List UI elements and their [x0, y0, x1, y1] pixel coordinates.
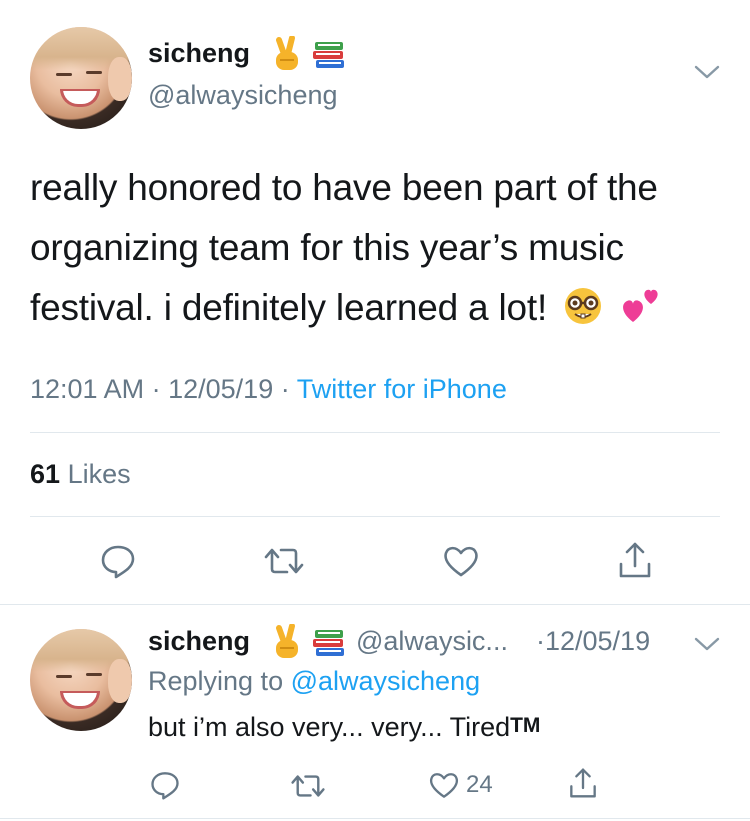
like-button[interactable] [442, 543, 480, 579]
reply-text: but i’m also very... very... TiredTM [148, 712, 541, 742]
tweet-text-line: really honored to have been part of the [30, 167, 658, 208]
reply-header: sicheng [148, 626, 250, 657]
likes-summary[interactable]: 61 Likes [30, 459, 131, 490]
retweet-icon [291, 775, 325, 797]
share-icon [619, 542, 651, 578]
nerd-face-icon [563, 284, 603, 344]
tweet-meta: 12:01 AM · 12/05/19 · Twitter for iPhone [30, 374, 507, 405]
reply-author-name[interactable]: sicheng [148, 626, 250, 656]
divider [30, 432, 720, 433]
share-button[interactable] [568, 766, 598, 800]
share-icon [570, 768, 596, 798]
chevron-down-icon[interactable] [694, 636, 720, 657]
replying-label: Replying to [148, 666, 284, 696]
reply-button[interactable] [100, 543, 136, 579]
trademark-symbol: TM [510, 714, 541, 737]
divider [0, 818, 750, 819]
author-avatar[interactable] [30, 27, 132, 129]
tweet-text-line: festival. i definitely learned a lot! [30, 278, 720, 344]
likes-label: Likes [67, 459, 131, 489]
meta-separator: · [280, 374, 290, 404]
tweet-source-link[interactable]: Twitter for iPhone [297, 374, 507, 404]
like-count: 24 [466, 771, 493, 798]
reply-date: ·12/05/19 [536, 626, 651, 656]
meta-separator: · [151, 374, 161, 404]
chevron-down-icon[interactable] [694, 64, 720, 85]
divider [30, 516, 720, 517]
tweet-text: really honored to have been part of the … [30, 158, 720, 344]
heart-icon [444, 546, 478, 577]
replying-to: Replying to @alwaysicheng [148, 666, 480, 697]
like-button[interactable]: 24 [428, 770, 493, 800]
divider [0, 604, 750, 605]
reply-author-handle[interactable]: @alwaysic... [356, 626, 508, 657]
reply-icon [151, 772, 179, 800]
retweet-button[interactable] [263, 545, 305, 577]
retweet-icon [264, 548, 304, 574]
books-icon [312, 628, 346, 663]
tweet-time: 12:01 AM [30, 374, 145, 404]
reply-author-avatar[interactable] [30, 629, 132, 731]
share-button[interactable] [617, 540, 653, 580]
tweet-date: 12/05/19 [168, 374, 274, 404]
retweet-button[interactable] [290, 772, 326, 800]
replying-handle-link[interactable]: @alwaysicheng [291, 666, 481, 696]
author-handle[interactable]: @alwaysicheng [148, 80, 338, 111]
victory-hand-icon [270, 35, 304, 77]
author-name[interactable]: sicheng [148, 38, 250, 69]
books-icon [312, 40, 346, 75]
reply-button[interactable] [150, 770, 180, 800]
two-hearts-icon [619, 284, 663, 344]
reply-icon [101, 545, 135, 579]
likes-count: 61 [30, 459, 61, 489]
tweet-text-line: organizing team for this year’s music [30, 227, 624, 268]
victory-hand-icon [270, 623, 304, 665]
heart-icon [429, 773, 459, 798]
